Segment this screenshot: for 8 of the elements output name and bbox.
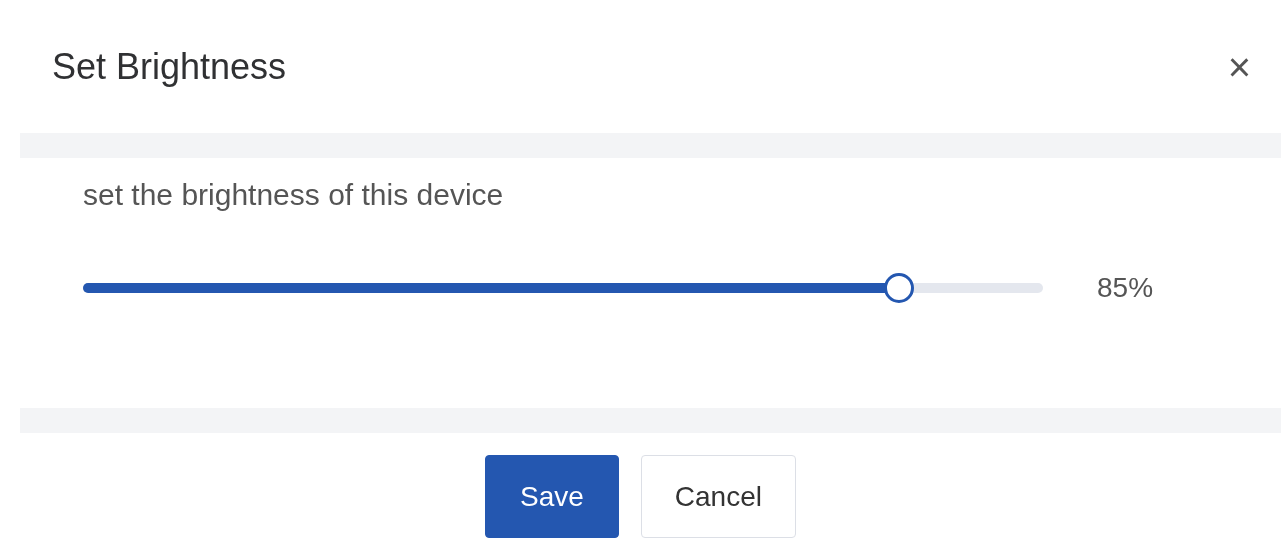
close-button[interactable]: × <box>1227 46 1251 87</box>
save-button[interactable]: Save <box>485 455 619 538</box>
cancel-button[interactable]: Cancel <box>640 455 796 538</box>
brightness-slider[interactable] <box>83 273 1043 303</box>
slider-thumb[interactable] <box>884 273 914 303</box>
description-text: set the brightness of this device <box>83 178 505 212</box>
dialog-title: Set Brightness <box>52 45 287 88</box>
slider-value: 85% <box>1097 272 1154 304</box>
